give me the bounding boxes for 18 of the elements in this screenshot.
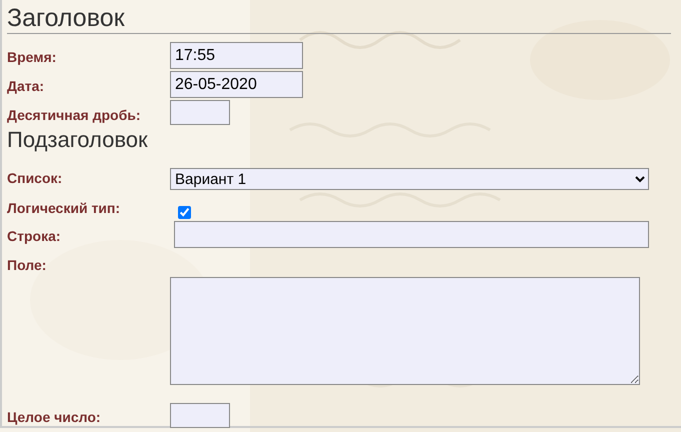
field-label: Логический тип:	[7, 200, 122, 216]
checkbox[interactable]	[178, 206, 191, 219]
text-area[interactable]	[170, 277, 640, 385]
number-field[interactable]	[170, 403, 230, 428]
field-label: Дата:	[7, 77, 46, 94]
field-label: Список:	[7, 169, 64, 186]
field-label: Поле:	[7, 256, 48, 273]
field-label: Время:	[7, 48, 58, 65]
field-label: Целое число:	[7, 408, 102, 425]
subtitle: Подзаголовок	[7, 127, 149, 153]
page-title: Заголовок	[7, 0, 671, 34]
text-field[interactable]	[174, 221, 649, 248]
dropdown[interactable]: Вариант 1	[170, 168, 649, 190]
text-field[interactable]: 17:55	[170, 42, 303, 69]
field-label: Строка:	[7, 227, 62, 244]
field-label: Десятичная дробь:	[7, 106, 142, 123]
text-field[interactable]: 26-05-2020	[170, 71, 303, 98]
number-field[interactable]	[170, 100, 230, 125]
